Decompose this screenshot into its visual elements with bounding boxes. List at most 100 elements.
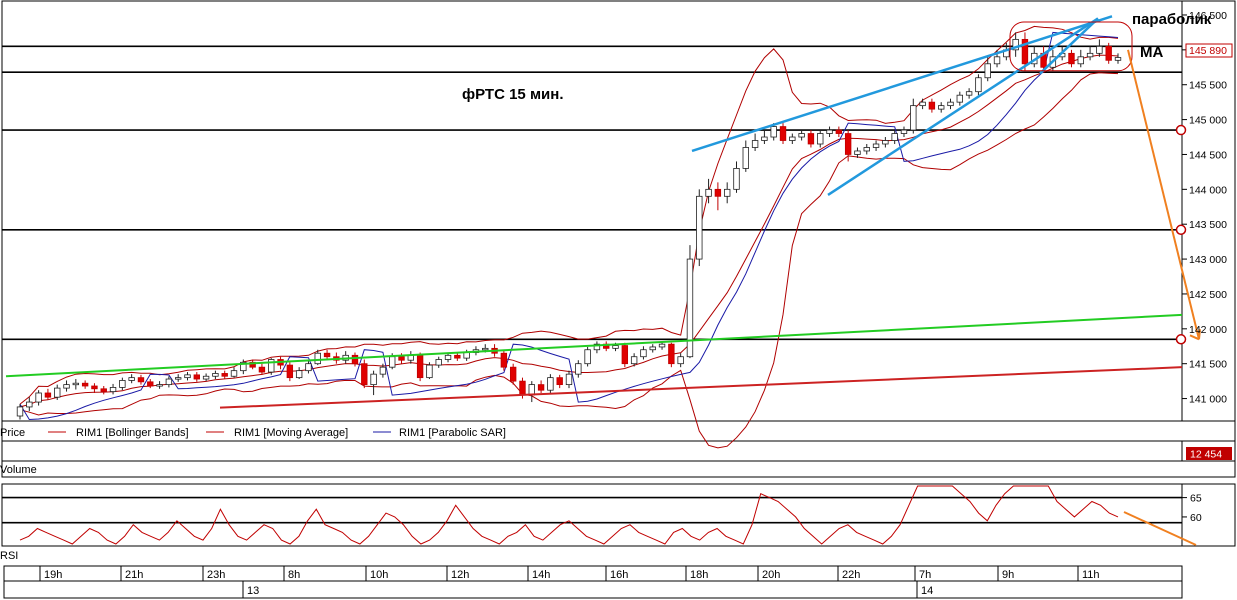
candle-body (537, 384, 545, 391)
candle-body (286, 364, 294, 379)
annotation-ma: MA (1140, 44, 1163, 61)
time-tick-label: 19h (44, 569, 62, 581)
annotation-parabolic: параболик (1132, 11, 1212, 28)
time-tick-label: 14h (532, 569, 550, 581)
candle-body (584, 349, 591, 365)
candle-body (426, 364, 433, 379)
legend-sar: RIM1 [Parabolic SAR] (399, 427, 506, 439)
candle-body (686, 258, 694, 358)
candle-body (854, 150, 861, 155)
candle-body (844, 133, 852, 155)
candle-body (965, 91, 973, 96)
time-tick-label: 18h (690, 569, 708, 581)
candle-body (770, 126, 777, 138)
time-tick-label: 8h (288, 569, 300, 581)
candle-body (184, 374, 191, 379)
volume-label-bar (1, 460, 1236, 478)
day-tick-label: 14 (921, 585, 933, 597)
candle-body (835, 129, 843, 134)
rsi-tick-label: 65 (1190, 493, 1202, 505)
candle-body (547, 377, 554, 391)
candle-body (109, 387, 117, 392)
candle-body (1096, 45, 1103, 54)
candle-body (668, 343, 675, 365)
candle-body (389, 356, 396, 368)
candle-body (630, 356, 638, 365)
candle-body (891, 133, 898, 141)
candle-body (723, 188, 731, 197)
candle-body (370, 373, 377, 386)
candle-body (696, 195, 703, 260)
time-tick-label: 16h (610, 569, 628, 581)
candle-body (63, 384, 70, 389)
price-tick-label: 141 000 (1189, 394, 1227, 406)
chart-title: фРТС 15 мин. (462, 86, 564, 103)
candle-body (44, 392, 52, 398)
candle-body (174, 377, 182, 380)
candle-body (649, 346, 656, 351)
level-marker-circle (1175, 224, 1187, 236)
candle-body (751, 140, 759, 148)
candle-body (938, 105, 945, 110)
candle-body (444, 354, 452, 360)
candle-body (993, 56, 1001, 65)
candle-body (454, 354, 461, 359)
candle-body (882, 140, 889, 145)
candle-body (35, 392, 42, 403)
trading-chart-window: 146 500146 000145 500145 000144 500144 0… (0, 0, 1237, 600)
candle-body (100, 388, 107, 392)
price-tick-label: 145 500 (1189, 80, 1227, 92)
candle-body (621, 345, 629, 365)
candle-body (872, 143, 880, 148)
candle-body (295, 370, 303, 379)
candle-body (435, 359, 442, 366)
candle-body (798, 133, 805, 138)
candle-body (137, 377, 145, 383)
candle-body (91, 385, 98, 390)
candle-body (575, 363, 582, 375)
legend-ma: RIM1 [Moving Average] (234, 427, 348, 439)
candle-body (863, 147, 870, 152)
candle-body (1114, 57, 1122, 61)
volume-value-label: 12 454 (1190, 449, 1222, 461)
candle-body (379, 366, 387, 375)
price-tick-label: 144 000 (1189, 184, 1227, 196)
candle-body (640, 349, 647, 358)
level-marker-circle (1175, 124, 1187, 136)
candle-body (900, 129, 908, 134)
candle-body (519, 380, 526, 396)
candle-body (221, 373, 228, 377)
price-panel-frame (1, 0, 1183, 422)
candle-body (165, 378, 173, 386)
price-tick-label: 142 500 (1189, 289, 1227, 301)
candle-body (789, 136, 796, 141)
candle-body (323, 352, 331, 358)
candle-body (314, 352, 321, 365)
time-tick-label: 9h (1002, 569, 1014, 581)
time-tick-label: 21h (125, 569, 143, 581)
candle-body (305, 363, 312, 372)
volume-panel-frame (1, 440, 1183, 462)
rsi-tick-label: 60 (1190, 512, 1202, 524)
candle-body (128, 377, 135, 381)
price-tick-label: 143 500 (1189, 219, 1227, 231)
candle-body (463, 352, 470, 359)
candle-body (482, 347, 489, 351)
chart-canvas: 146 500146 000145 500145 000144 500144 0… (0, 0, 1236, 599)
candle-body (761, 136, 768, 141)
candle-body (742, 147, 749, 169)
time-tick-label: 11h (1082, 569, 1100, 581)
candle-body (984, 63, 991, 79)
rsi-panel-title: RSI (0, 550, 18, 562)
candle-body (1077, 56, 1084, 65)
candle-body (54, 387, 61, 398)
time-tick-label: 12h (451, 569, 469, 581)
candle-body (398, 356, 405, 361)
candle-body (416, 354, 424, 379)
legend-price: Price (0, 427, 25, 439)
candle-body (1105, 45, 1112, 61)
price-tick-label: 145 000 (1189, 115, 1227, 127)
candle-body (230, 370, 238, 377)
candle-body (910, 105, 917, 131)
candle-body (826, 129, 833, 134)
